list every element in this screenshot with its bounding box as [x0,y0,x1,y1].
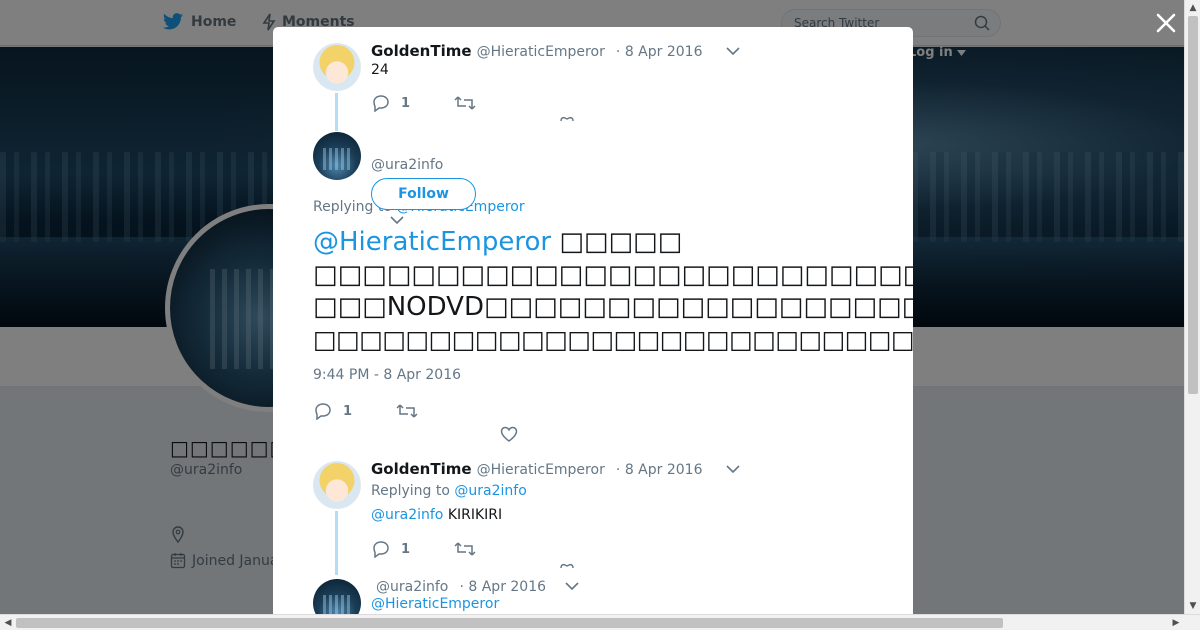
reply-icon[interactable] [313,402,333,420]
tweet-mention-link[interactable]: @HieraticEmperor [371,596,499,612]
replying-to-handle[interactable]: @ura2info [454,483,526,499]
tweet-text: @ura2info KIRIKIRI [371,507,502,523]
replying-to-line: Replying to @ura2info [371,483,527,499]
retweet-icon[interactable] [454,95,476,111]
chevron-down-icon[interactable] [726,46,740,56]
tweet-text: 24 [371,62,389,78]
replying-to-prefix: Replying to [371,483,450,499]
reply-count: 1 [343,403,353,419]
thread-connector [335,511,338,575]
tweet-author-handle[interactable]: @ura2info [371,157,443,173]
reply-count: 1 [401,541,411,557]
like-icon[interactable] [500,426,518,442]
tweet-date[interactable]: · 8 Apr 2016 [459,579,546,595]
avatar[interactable] [313,132,361,180]
tweet-header: GoldenTime @HieraticEmperor · 8 Apr 2016 [371,41,740,60]
avatar[interactable] [313,43,361,91]
vertical-scroll-thumb[interactable] [1188,16,1198,394]
tweet-text-body: KIRIKIRI [443,507,503,523]
tweet-text-line: □□□□□ [551,227,683,257]
tweet-author-name[interactable]: GoldenTime [371,42,472,60]
tweet-author-handle[interactable]: @HieraticEmperor [477,462,605,478]
tweet-text-line: □□□□□□□□□□□□□□□□□□□□□□□□□□□□□□□□□□ [313,324,913,354]
tweet-actions: 1 [371,94,476,112]
like-icon[interactable] [560,116,574,122]
scroll-right-arrow-icon[interactable]: ▶ [1168,615,1184,630]
chevron-down-icon[interactable] [726,464,740,474]
scroll-up-arrow-icon[interactable]: ▲ [1185,0,1200,16]
horizontal-scrollbar[interactable]: ◀ ▶ [0,614,1200,630]
close-icon[interactable] [1152,9,1180,37]
tweet-permalink-modal: GoldenTime @HieraticEmperor · 8 Apr 2016… [273,27,913,614]
retweet-icon[interactable] [396,403,418,419]
tweet-date[interactable]: · 8 Apr 2016 [616,44,703,60]
tweet-actions: 1 [313,402,418,420]
tweet-header: @ura2info · 8 Apr 2016 [376,576,579,595]
tweet-header: GoldenTime @HieraticEmperor · 8 Apr 2016 [371,459,740,478]
tweet-actions: 1 [371,540,476,558]
chevron-down-icon[interactable] [565,581,579,591]
follow-button[interactable]: Follow [371,178,476,210]
avatar[interactable] [313,579,361,614]
tweet-mention-link[interactable]: @HieraticEmperor [313,227,551,257]
tweet-author-name[interactable]: GoldenTime [371,460,472,478]
chevron-down-icon[interactable] [390,216,404,225]
reply-count: 1 [401,95,411,111]
thread-connector [335,93,338,131]
like-icon[interactable] [560,563,574,569]
vertical-scrollbar[interactable]: ▲ ▼ [1184,0,1200,614]
main-tweet-text: @HieraticEmperor □□□□□ □□□□□□□□□□□□□□□□□… [313,226,913,356]
tweet-author-handle[interactable]: @HieraticEmperor [477,44,605,60]
scroll-left-arrow-icon[interactable]: ◀ [0,615,16,630]
tweet-mention-link[interactable]: @ura2info [371,507,443,523]
tweet-date[interactable]: · 8 Apr 2016 [616,462,703,478]
avatar[interactable] [313,461,361,509]
horizontal-scroll-thumb[interactable] [16,618,1003,628]
tweet-text-line: □□□NODVD□□□□□□□□□□□□□□□□□□□□□□□ [313,292,913,322]
reply-icon[interactable] [371,540,391,558]
reply-icon[interactable] [371,94,391,112]
tweet-author-handle[interactable]: @ura2info [376,579,448,595]
retweet-icon[interactable] [454,541,476,557]
tweet-text-line: □□□□□□□□□□□□□□□□□□□□□□□□□ [313,259,913,290]
tweet-timestamp[interactable]: 9:44 PM - 8 Apr 2016 [313,367,461,383]
scroll-down-arrow-icon[interactable]: ▼ [1185,598,1200,614]
